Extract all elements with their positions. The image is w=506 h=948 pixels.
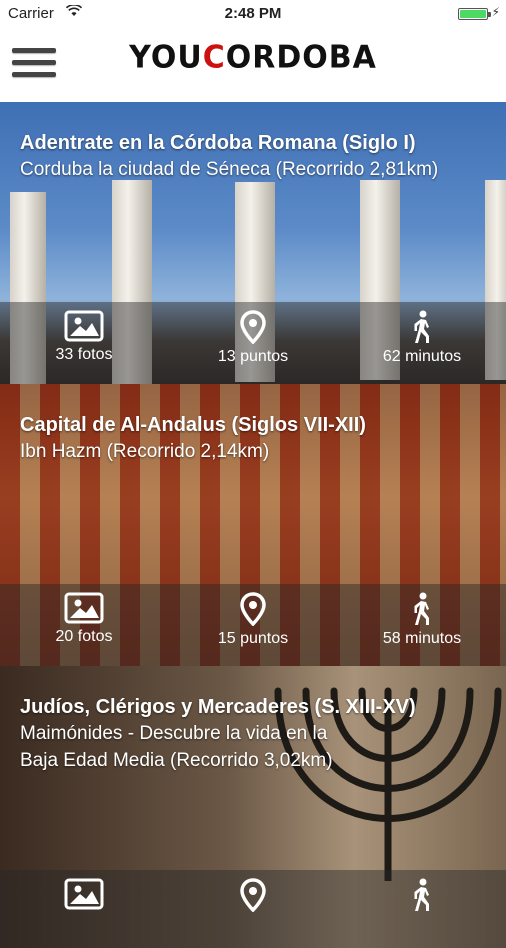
photo-icon — [64, 310, 104, 342]
points-count: 15 puntos — [217, 630, 289, 647]
duration-stat[interactable]: 62 minutos — [338, 310, 506, 366]
charging-icon: ⚡ — [491, 5, 500, 19]
route-card-al-andalus[interactable]: Capital de Al-Andalus (Siglos VII-XII) I… — [0, 384, 506, 666]
route-subtitle: Maimónides - Descubre la vida en la Baja… — [20, 723, 333, 771]
app-logo: YOUCORDOBA — [129, 39, 377, 76]
map-pin-icon — [240, 592, 266, 626]
photos-count: 20 fotos — [55, 628, 113, 645]
route-title: Adentrate en la Córdoba Romana (Siglo I) — [20, 132, 416, 154]
route-subtitle: Corduba la ciudad de Séneca (Recorrido 2… — [20, 159, 439, 180]
walking-icon — [414, 878, 429, 911]
route-stats-bar: 33 fotos 13 puntos 62 minutos — [0, 302, 506, 384]
points-stat[interactable]: 13 puntos — [169, 310, 337, 366]
duration-stat[interactable]: 58 minutos — [338, 592, 506, 648]
map-pin-icon — [240, 310, 266, 344]
status-bar: Carrier 2:48 PM ⚡ — [0, 0, 506, 28]
photos-count: 33 fotos — [55, 346, 113, 363]
route-title: Capital de Al-Andalus (Siglos VII-XII) — [20, 414, 366, 436]
clock: 2:48 PM — [224, 5, 282, 22]
route-card-roman[interactable]: Adentrate en la Córdoba Romana (Siglo I)… — [0, 102, 506, 384]
route-title: Judíos, Clérigos y Mercaderes (S. XIII-X… — [20, 696, 416, 718]
photos-stat[interactable]: 33 fotos — [0, 310, 168, 364]
route-stats-bar — [0, 870, 506, 948]
points-count: 13 puntos — [217, 348, 289, 365]
photos-stat[interactable]: 20 fotos — [0, 592, 168, 646]
duration-minutes: 62 minutos — [382, 348, 462, 365]
photo-icon — [64, 592, 104, 624]
route-subtitle: Ibn Hazm (Recorrido 2,14km) — [20, 441, 270, 462]
walking-icon — [414, 592, 429, 625]
photo-icon — [64, 878, 104, 910]
navigation-bar: YOUCORDOBA — [0, 28, 506, 103]
points-stat[interactable] — [169, 878, 337, 916]
photos-stat[interactable] — [0, 878, 168, 914]
route-card-baja-edad-media[interactable]: Judíos, Clérigos y Mercaderes (S. XIII-X… — [0, 666, 506, 948]
route-stats-bar: 20 fotos 15 puntos 58 minutos — [0, 584, 506, 666]
duration-minutes: 58 minutos — [382, 630, 462, 647]
map-pin-icon — [240, 878, 266, 912]
points-stat[interactable]: 15 puntos — [169, 592, 337, 648]
duration-stat[interactable] — [338, 878, 506, 916]
walking-icon — [414, 310, 429, 343]
battery-icon — [458, 8, 491, 20]
